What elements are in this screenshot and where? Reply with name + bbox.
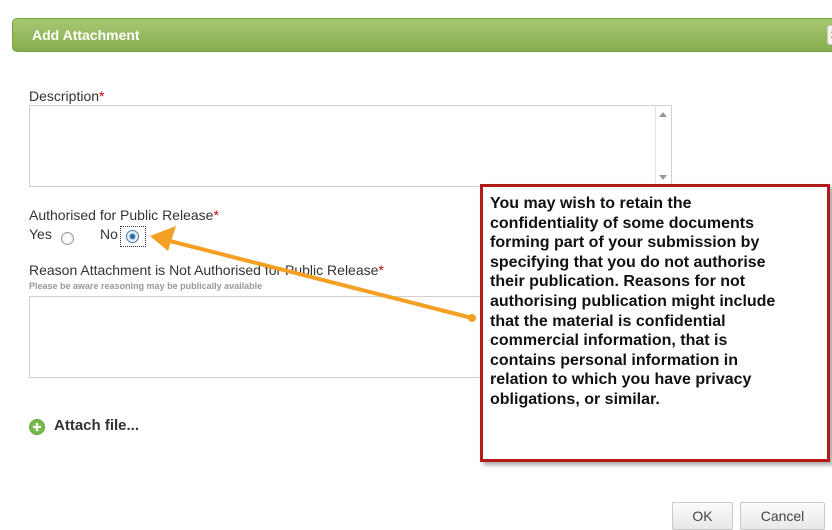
arrow-head-icon — [150, 226, 176, 251]
annotation-arrow — [150, 226, 476, 322]
arrow-line — [164, 238, 474, 320]
arrow-tail-dot — [468, 314, 476, 322]
